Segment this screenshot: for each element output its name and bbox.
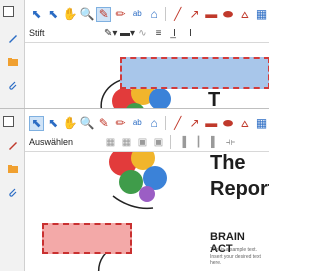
stamp-icon[interactable]: ⌂ [147, 116, 162, 131]
align-icon[interactable]: ≡ [152, 28, 165, 39]
body-text-line1: This is a sample text. [210, 247, 257, 253]
textbox-icon[interactable]: ab [130, 116, 145, 131]
rectangle-icon[interactable]: ▬ [204, 116, 219, 131]
attachment-icon[interactable] [7, 80, 19, 92]
lock-icon[interactable]: ▣ [152, 137, 165, 148]
line-icon[interactable]: ╱ [170, 7, 185, 22]
arrow-icon[interactable]: ↗ [187, 7, 202, 22]
toolbar-separator [170, 135, 171, 149]
selected-shape-pink[interactable] [42, 223, 132, 254]
line-icon[interactable]: ╱ [170, 116, 185, 131]
grid-icon[interactable]: ▦ [104, 137, 117, 148]
brain-illustration [109, 152, 167, 210]
toolbar-separator [165, 7, 167, 21]
polygon-icon[interactable]: ⩟ [237, 116, 252, 131]
pen-icon[interactable] [7, 32, 19, 44]
folder-icon[interactable] [7, 56, 19, 68]
checkbox-icon[interactable] [3, 116, 14, 127]
checkbox-icon[interactable] [3, 6, 14, 17]
lock-icon[interactable]: ▣ [136, 137, 149, 148]
text-select-icon[interactable]: ⬉ [46, 116, 61, 131]
highlighter-icon[interactable]: ✏ [113, 7, 128, 22]
textbox-icon[interactable]: ab [130, 7, 145, 22]
properties-toolbar: Stift ✎▾ ▬▾ ∿ ≡ ̲I I [25, 24, 269, 42]
highlighter-icon[interactable]: ✏ [113, 116, 128, 131]
arrow-icon[interactable]: ↗ [187, 116, 202, 131]
hand-icon[interactable]: ✋ [63, 116, 78, 131]
body-text-line2: Insert your desired text here. [210, 254, 261, 266]
smooth-icon[interactable]: ∿ [136, 28, 149, 39]
text-select-icon[interactable]: ⬉ [46, 7, 61, 22]
title-partial: T [208, 89, 221, 108]
pen-icon[interactable]: ✎ [96, 116, 111, 131]
document-canvas: The Report BRAIN ACT This is a sample te… [25, 151, 269, 271]
title-line2: Report [210, 178, 269, 200]
pen-icon[interactable] [7, 139, 19, 151]
distribute-icon[interactable]: ⟛ [224, 137, 237, 148]
select-mode-screenshot: ⬉ ⬉ ✋ 🔍 ✎ ✏ ab ⌂ ╱ ↗ ▬ ⬬ ⩟ ▦ Auswählen ▦… [0, 108, 269, 271]
align-left-icon[interactable]: ▐ [176, 137, 189, 148]
strike-icon[interactable]: I [184, 28, 197, 39]
zoom-icon[interactable]: 🔍 [79, 7, 94, 22]
left-sidebar [0, 0, 25, 108]
zoom-icon[interactable]: 🔍 [79, 116, 94, 131]
properties-toolbar: Auswählen ▦ ▦ ▣ ▣ ▐ ┃ ▌ ⟛ [25, 133, 269, 151]
title-line1: The [210, 152, 246, 174]
select-arrow-icon[interactable]: ⬉ [29, 7, 44, 22]
line-style-icon[interactable]: ▬▾ [120, 28, 135, 39]
calendar-icon[interactable]: ▦ [254, 116, 269, 131]
color-picker-icon[interactable]: ✎▾ [104, 28, 117, 39]
pen-mode-screenshot: ⬉ ⬉ ✋ 🔍 ✎ ✏ ab ⌂ ╱ ↗ ▬ ⬬ ⩟ ▦ Stift ✎▾ ▬▾… [0, 0, 269, 108]
pen-icon[interactable]: ✎ [96, 6, 112, 22]
main-toolbar: ⬉ ⬉ ✋ 🔍 ✎ ✏ ab ⌂ ╱ ↗ ▬ ⬬ ⩟ ▦ [25, 113, 269, 133]
mode-label: Stift [29, 28, 45, 38]
polygon-icon[interactable]: ⩟ [237, 7, 252, 22]
align-right-icon[interactable]: ▌ [208, 137, 221, 148]
underline-icon[interactable]: ̲I [168, 28, 181, 39]
left-sidebar [0, 109, 25, 271]
stamp-icon[interactable]: ⌂ [147, 7, 162, 22]
selected-shape-blue[interactable] [120, 57, 269, 89]
select-arrow-icon[interactable]: ⬉ [29, 115, 44, 131]
toolbar-separator [165, 116, 167, 130]
calendar-icon[interactable]: ▦ [254, 7, 269, 22]
folder-icon[interactable] [7, 163, 19, 175]
grid-icon[interactable]: ▦ [120, 137, 133, 148]
hand-icon[interactable]: ✋ [63, 7, 78, 22]
attachment-icon[interactable] [7, 187, 19, 199]
main-toolbar: ⬉ ⬉ ✋ 🔍 ✎ ✏ ab ⌂ ╱ ↗ ▬ ⬬ ⩟ ▦ [25, 4, 269, 24]
mode-label: Auswählen [29, 137, 74, 147]
ellipse-icon[interactable]: ⬬ [221, 116, 236, 131]
align-center-icon[interactable]: ┃ [192, 137, 205, 148]
document-canvas: T [25, 42, 269, 108]
rectangle-icon[interactable]: ▬ [204, 7, 219, 22]
ellipse-icon[interactable]: ⬬ [221, 7, 236, 22]
